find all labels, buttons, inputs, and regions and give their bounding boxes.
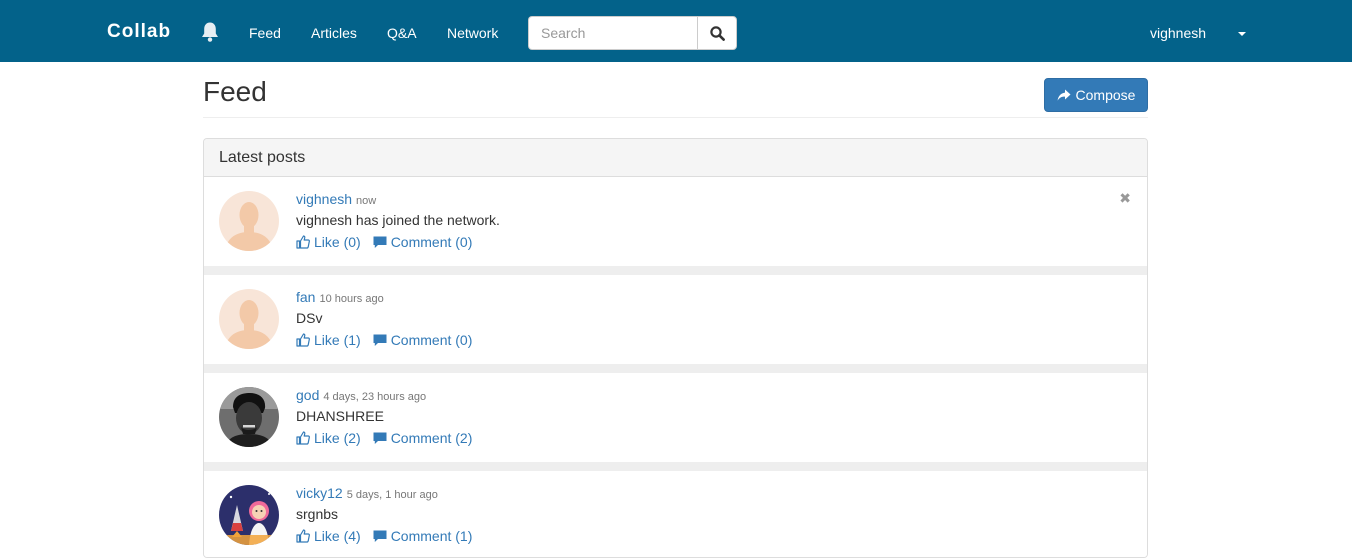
nav-qa-link[interactable]: Q&A	[387, 24, 417, 42]
user-menu[interactable]: vighnesh	[1150, 24, 1206, 42]
top-navbar: Collab Feed Articles Q&A Network vighnes…	[0, 0, 1352, 62]
panel-heading: Latest posts	[204, 139, 1147, 177]
like-button[interactable]: Like (4)	[296, 527, 361, 545]
feed-post: vicky12 5 days, 1 hour ago srgnbs Like (4…	[204, 471, 1147, 557]
feed-post: god 4 days, 23 hours ago DHANSHREE Like (…	[204, 373, 1147, 462]
comment-icon	[373, 530, 387, 542]
post-timestamp: 10 hours ago	[319, 293, 384, 305]
default-avatar-icon	[219, 289, 279, 349]
search-form	[528, 16, 737, 50]
like-button[interactable]: Like (0)	[296, 233, 361, 251]
thumbs-up-icon	[296, 235, 310, 249]
notifications-bell-icon[interactable]	[200, 21, 220, 43]
comment-label[interactable]: Comment (0)	[391, 331, 473, 349]
post-content: vighnesh has joined the network.	[296, 212, 500, 228]
avatar[interactable]	[219, 191, 279, 251]
comment-icon	[373, 432, 387, 444]
comment-label[interactable]: Comment (0)	[391, 233, 473, 251]
default-avatar-icon	[219, 191, 279, 251]
nav-network-link[interactable]: Network	[447, 24, 498, 42]
avatar[interactable]	[219, 485, 279, 545]
post-content: srgnbs	[296, 506, 339, 522]
like-label[interactable]: Like (4)	[314, 527, 361, 545]
post-timestamp: 5 days, 1 hour ago	[346, 489, 438, 501]
photo-avatar-icon	[219, 387, 279, 447]
comment-label[interactable]: Comment (1)	[391, 527, 473, 545]
post-timestamp: 4 days, 23 hours ago	[323, 391, 427, 403]
comment-icon	[373, 334, 387, 346]
post-separator	[204, 364, 1147, 373]
comment-button[interactable]: Comment (2)	[373, 429, 473, 447]
nav-feed-link[interactable]: Feed	[249, 24, 281, 42]
avatar[interactable]	[219, 387, 279, 447]
post-actions: Like (2) Comment (2)	[296, 429, 472, 447]
compose-button-label: Compose	[1075, 87, 1136, 103]
post-author[interactable]: god	[296, 387, 319, 403]
comment-button[interactable]: Comment (1)	[373, 527, 473, 545]
caret-down-icon[interactable]	[1238, 32, 1246, 36]
feed-post: vighnesh now vighnesh has joined the netw…	[204, 177, 1147, 266]
search-icon	[710, 26, 725, 41]
post-author-link[interactable]: fan 10 hours ago	[296, 288, 384, 308]
like-button[interactable]: Like (1)	[296, 331, 361, 349]
latest-posts-panel: Latest posts vighnesh now vighnesh has jo…	[203, 138, 1148, 558]
remove-post-icon[interactable]: ✖	[1119, 191, 1131, 205]
post-actions: Like (0) Comment (0)	[296, 233, 472, 251]
post-author[interactable]: fan	[296, 289, 315, 305]
post-author-link[interactable]: god 4 days, 23 hours ago	[296, 386, 426, 406]
like-label[interactable]: Like (0)	[314, 233, 361, 251]
comment-label[interactable]: Comment (2)	[391, 429, 473, 447]
like-button[interactable]: Like (2)	[296, 429, 361, 447]
cartoon-avatar-icon	[219, 485, 279, 545]
post-actions: Like (4) Comment (1)	[296, 527, 472, 545]
post-author[interactable]: vicky12	[296, 485, 343, 501]
post-content: DSv	[296, 310, 323, 326]
post-separator	[204, 266, 1147, 275]
search-button[interactable]	[697, 16, 737, 50]
post-author[interactable]: vighnesh	[296, 191, 352, 207]
post-separator	[204, 462, 1147, 471]
like-label[interactable]: Like (2)	[314, 429, 361, 447]
post-timestamp: now	[356, 195, 377, 207]
comment-button[interactable]: Comment (0)	[373, 233, 473, 251]
page-title: Feed	[203, 76, 267, 107]
post-actions: Like (1) Comment (0)	[296, 331, 472, 349]
thumbs-up-icon	[296, 529, 310, 543]
compose-button[interactable]: Compose	[1044, 78, 1148, 112]
feed-post: fan 10 hours ago DSv Like (1) Comment (0)	[204, 275, 1147, 364]
post-author-link[interactable]: vicky12 5 days, 1 hour ago	[296, 484, 438, 504]
like-label[interactable]: Like (1)	[314, 331, 361, 349]
header-divider	[203, 117, 1148, 118]
comment-icon	[373, 236, 387, 248]
share-arrow-icon	[1057, 89, 1071, 101]
comment-button[interactable]: Comment (0)	[373, 331, 473, 349]
post-content: DHANSHREE	[296, 408, 384, 424]
post-author-link[interactable]: vighnesh now	[296, 190, 376, 210]
thumbs-up-icon	[296, 431, 310, 445]
brand-logo[interactable]: Collab	[107, 20, 171, 44]
avatar[interactable]	[219, 289, 279, 349]
thumbs-up-icon	[296, 333, 310, 347]
nav-articles-link[interactable]: Articles	[311, 24, 357, 42]
search-input[interactable]	[528, 16, 698, 50]
